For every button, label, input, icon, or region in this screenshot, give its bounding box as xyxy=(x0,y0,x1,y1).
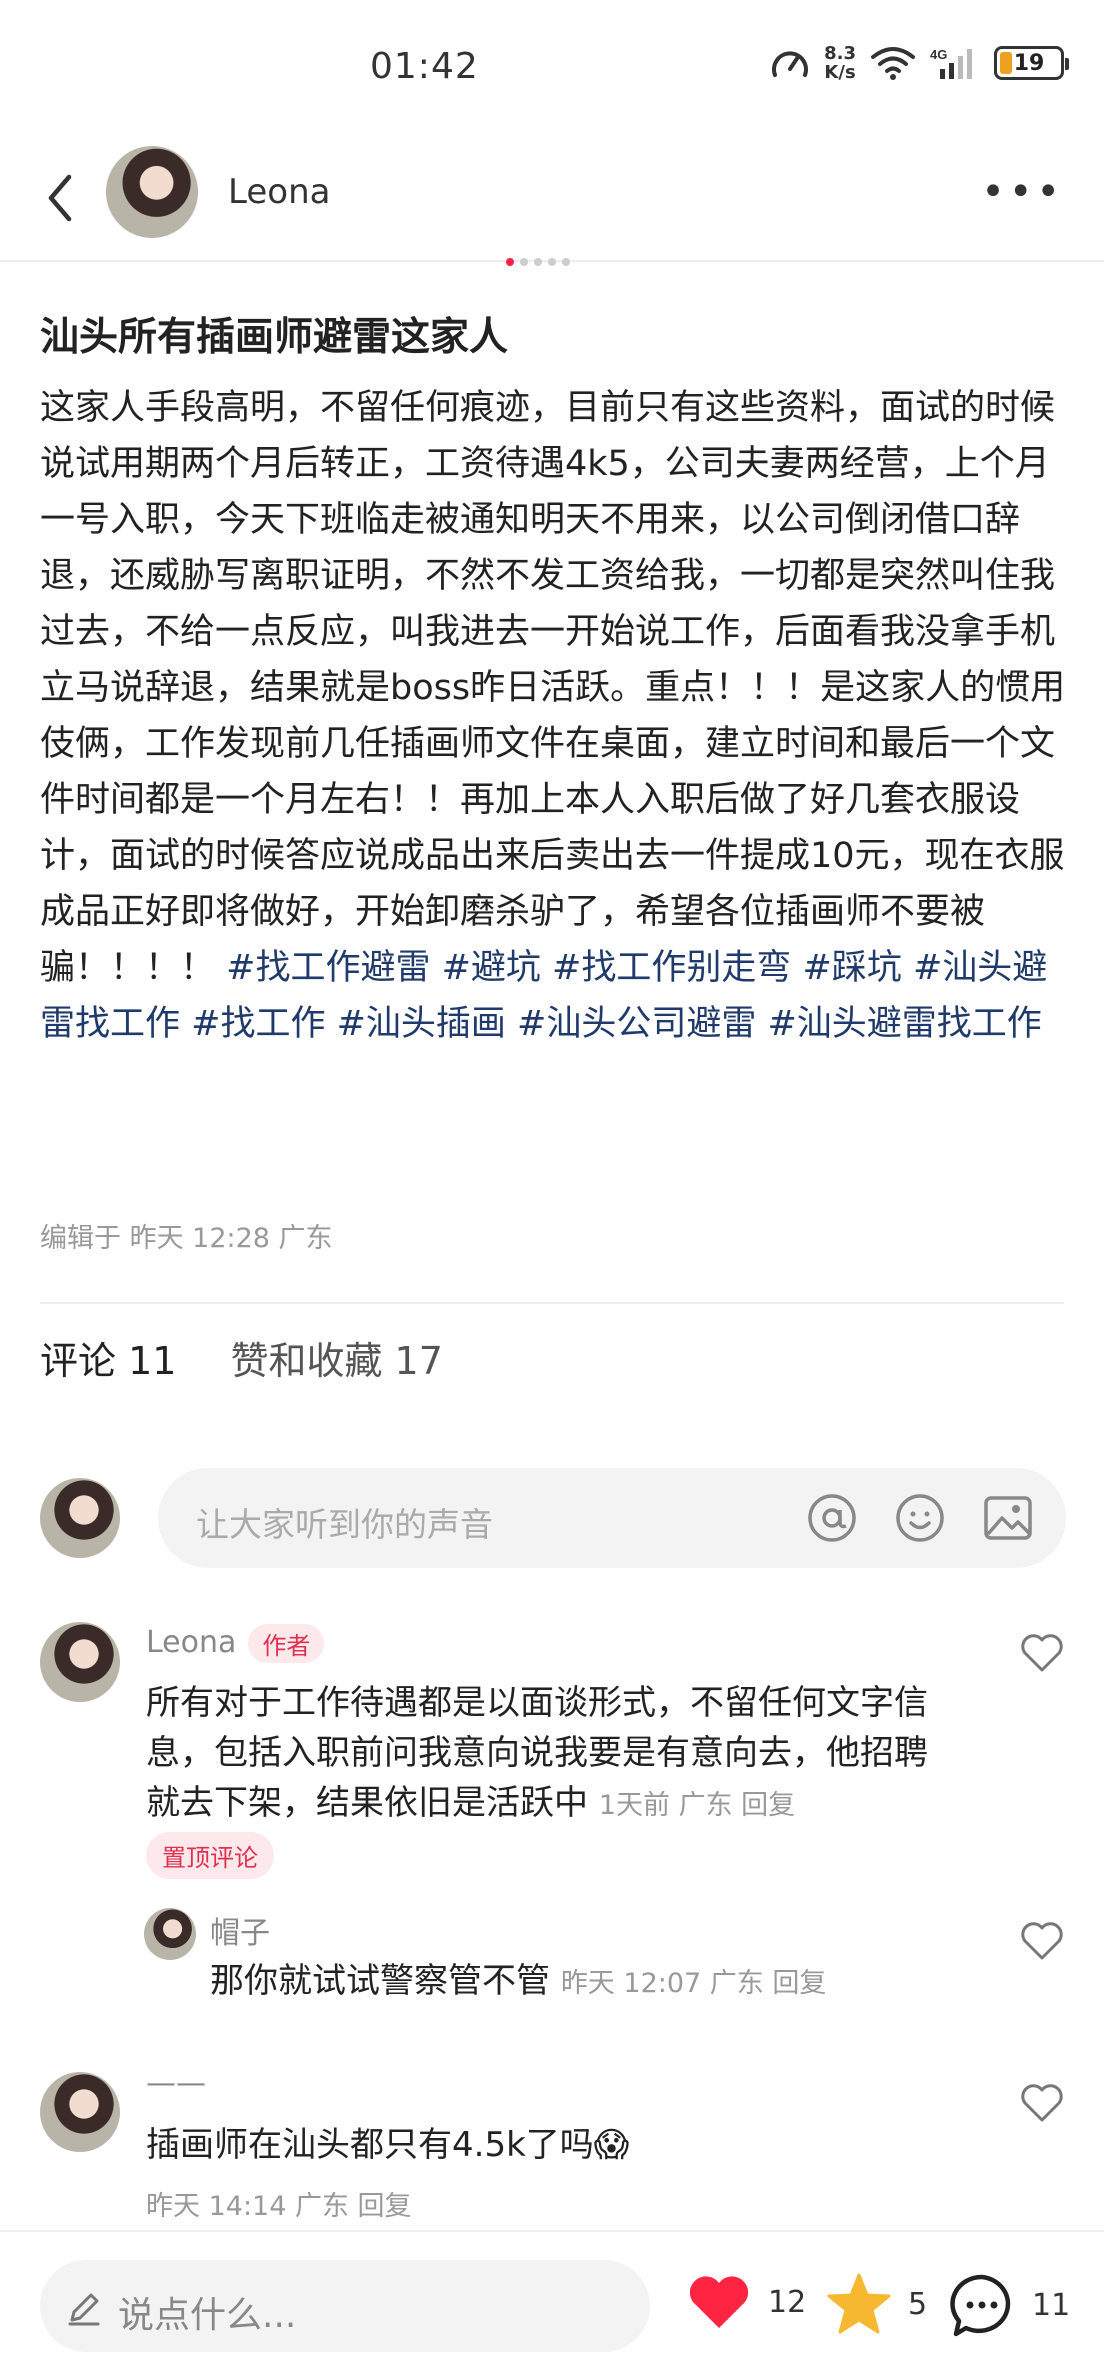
image-icon xyxy=(984,1496,1032,1540)
image-button[interactable] xyxy=(980,1490,1036,1546)
favorite-button[interactable]: 5 xyxy=(826,2272,927,2336)
author-badge: 作者 xyxy=(248,1624,325,1663)
post-header: Leona ••• xyxy=(0,140,1104,262)
comment-count: 11 xyxy=(1032,2287,1071,2323)
commenter-avatar[interactable] xyxy=(40,2072,120,2152)
like-count: 12 xyxy=(768,2284,807,2320)
smiley-icon xyxy=(896,1494,944,1542)
wifi-icon xyxy=(871,47,915,80)
reply-avatar[interactable] xyxy=(144,1908,196,1960)
reply-body: 那你就试试警察管不管 xyxy=(210,1961,550,2001)
commenter-avatar[interactable] xyxy=(40,1622,120,1702)
comment-text: 所有对于工作待遇都是以面谈形式，不留任何文字信息，包括入职前问我意向说我要是有意… xyxy=(146,1678,946,1831)
tab-comments[interactable]: 评论 11 xyxy=(40,1330,176,1385)
comment-text: 插画师在汕头都只有4.5k了吗😱 xyxy=(146,2125,630,2165)
reply-name[interactable]: 帽子 xyxy=(210,1908,270,1952)
heart-outline-icon[interactable] xyxy=(1018,1628,1066,1676)
tab-likes-favorites[interactable]: 赞和收藏 17 xyxy=(230,1330,442,1385)
heart-outline-icon[interactable] xyxy=(1018,2078,1066,2126)
cellular-signal-icon: 4G xyxy=(930,47,972,79)
reply-text: 那你就试试警察管不管 昨天 12:07 广东 回复 xyxy=(210,1956,1010,2009)
comment-meta[interactable]: 1天前 广东 回复 xyxy=(599,1790,795,1821)
chevron-left-icon xyxy=(48,174,72,222)
comment-body: 所有对于工作待遇都是以面谈形式，不留任何文字信息，包括入职前问我意向说我要是有意… xyxy=(146,1683,928,1823)
divider xyxy=(40,1302,1064,1304)
author-name[interactable]: Leona xyxy=(228,172,330,212)
comment-input[interactable]: 让大家听到你的声音 xyxy=(158,1468,1066,1568)
author-avatar[interactable] xyxy=(106,146,198,238)
post-body-text: 这家人手段高明，不留任何痕迹，目前只有这些资料，面试的时候说试用期两个月后转正，… xyxy=(40,388,1066,988)
comment-entry-field[interactable]: 说点什么... xyxy=(40,2260,650,2352)
battery-indicator: 19 xyxy=(994,46,1069,80)
post-body: 这家人手段高明，不留任何痕迹，目前只有这些资料，面试的时候说试用期两个月后转正，… xyxy=(40,380,1070,1052)
status-time: 01:42 xyxy=(370,46,479,87)
commenter-name-row: Leona 作者 xyxy=(146,1624,325,1663)
star-filled-icon xyxy=(827,2273,891,2334)
favorite-count: 5 xyxy=(908,2286,928,2322)
comment-input-placeholder: 让大家听到你的声音 xyxy=(196,1505,493,1544)
heart-outline-icon[interactable] xyxy=(1018,1916,1066,1964)
status-bar: 01:42 8.3 K/s 4G 19 xyxy=(0,0,1104,140)
reply-meta[interactable]: 昨天 12:07 广东 回复 xyxy=(561,1968,827,1999)
pinned-comment-badge: 置顶评论 xyxy=(146,1832,274,1879)
post-title: 汕头所有插画师避雷这家人 xyxy=(40,315,509,360)
mention-button[interactable] xyxy=(804,1490,860,1546)
commenter-name[interactable]: Leona xyxy=(146,1625,236,1660)
commenter-name[interactable]: —— xyxy=(146,2066,206,2101)
network-speed: 8.3 K/s xyxy=(824,43,856,83)
status-icons: 8.3 K/s 4G 19 xyxy=(770,43,1069,83)
like-button[interactable]: 12 xyxy=(686,2272,806,2332)
svg-text:4G: 4G xyxy=(930,47,947,62)
back-button[interactable] xyxy=(30,168,90,228)
current-user-avatar xyxy=(40,1478,120,1558)
at-icon xyxy=(808,1494,856,1542)
pencil-icon xyxy=(68,2293,100,2326)
edit-timestamp: 编辑于 昨天 12:28 广东 xyxy=(40,1223,333,1254)
comments-button[interactable]: 11 xyxy=(948,2272,1070,2338)
comment-entry-placeholder: 说点什么... xyxy=(118,2295,297,2336)
more-options-button[interactable]: ••• xyxy=(981,172,1064,212)
comment-tabs: 评论 11 赞和收藏 17 xyxy=(40,1330,443,1385)
speech-bubble-icon xyxy=(950,2274,1011,2337)
speedometer-icon xyxy=(772,51,809,77)
bottom-action-bar: 说点什么... 12 5 11 xyxy=(0,2230,1104,2376)
emoji-button[interactable] xyxy=(892,1490,948,1546)
image-page-indicator xyxy=(506,258,570,266)
heart-filled-icon xyxy=(689,2276,749,2328)
comment-meta[interactable]: 昨天 14:14 广东 回复 xyxy=(146,2184,412,2223)
